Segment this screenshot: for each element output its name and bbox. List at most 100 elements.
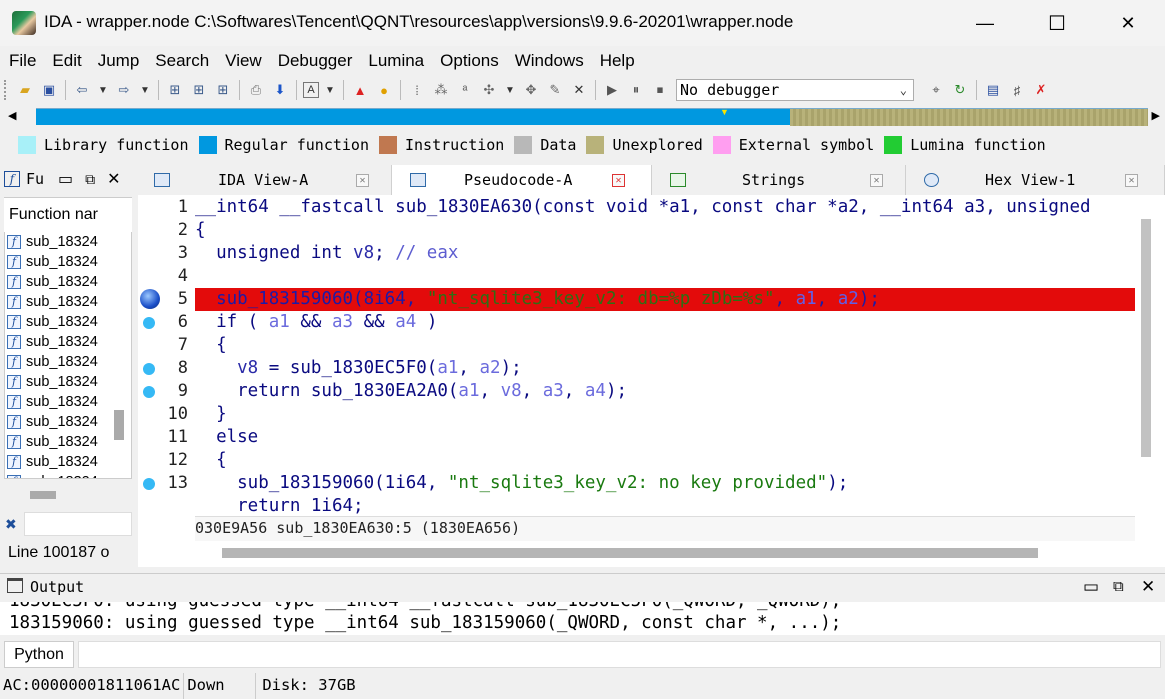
filter-close-icon[interactable]: ✖	[5, 516, 17, 533]
menu-view[interactable]: View	[216, 48, 269, 74]
code-line[interactable]: {	[195, 334, 227, 357]
stop-icon[interactable]: ⏹	[650, 80, 670, 100]
dock-icon[interactable]: ▭	[1083, 577, 1099, 597]
nav-overview-bar[interactable]: ▼	[36, 107, 1148, 126]
function-list-item[interactable]: f sub_18324	[5, 252, 131, 272]
breakpoint-list-icon[interactable]: ▤	[983, 80, 1003, 100]
debug-attach-icon[interactable]: ⌖	[926, 80, 946, 100]
menu-jump[interactable]: Jump	[89, 48, 147, 74]
forward-arrow-icon[interactable]: ⇨	[114, 80, 134, 100]
jump-down-icon[interactable]: ⬇	[270, 80, 290, 100]
menu-windows[interactable]: Windows	[506, 48, 591, 74]
functions-hscrollbar[interactable]	[30, 491, 56, 499]
save-icon[interactable]: ▣	[39, 80, 59, 100]
code-line[interactable]: v8 = sub_1830EC5F0(a1, a2);	[195, 357, 522, 380]
tab-close-icon[interactable]: ✕	[612, 173, 625, 187]
nav-right-arrow-icon[interactable]: ▶	[1152, 109, 1160, 122]
code-line[interactable]: else	[195, 426, 258, 449]
python-command-input[interactable]	[78, 641, 1161, 668]
text-mode-dropdown-icon[interactable]: ▼	[323, 80, 337, 100]
functions-filter-input[interactable]	[24, 512, 132, 536]
function-list-item[interactable]: f sub_18324	[5, 332, 131, 352]
code-vertical-scrollbar[interactable]	[1141, 219, 1151, 457]
close-button[interactable]: ✕	[1105, 8, 1151, 38]
menu-debugger[interactable]: Debugger	[269, 48, 360, 74]
tab-close-icon[interactable]: ✕	[1125, 173, 1138, 187]
code-line[interactable]: unsigned int v8; // eax	[195, 242, 458, 265]
tab-close-icon[interactable]: ✕	[870, 173, 883, 187]
pseudocode-panel[interactable]: 1 2 3 4 5 6 7 8 9 10 11 12 13 __int64 __fastcall sub…	[138, 195, 1165, 567]
lightbulb-icon[interactable]: ●	[374, 80, 394, 100]
function-list-item[interactable]: f sub_18324	[5, 312, 131, 332]
function-name-column-header[interactable]: Function nar	[4, 198, 132, 232]
tab-pseudocode[interactable]: Pseudocode-A ✕	[392, 165, 652, 195]
pseudocode-text[interactable]: __int64 __fastcall sub_1830EA630(const v…	[195, 195, 1135, 517]
breakpoint-dot-icon[interactable]	[143, 386, 155, 398]
toolbar-grip[interactable]	[4, 80, 7, 100]
tab-strings[interactable]: Strings ✕	[652, 165, 906, 195]
code-horizontal-scrollbar[interactable]	[222, 548, 1038, 558]
define-string-icon[interactable]: ª	[455, 80, 475, 100]
panel-close-icon[interactable]: ✕	[107, 169, 120, 189]
tab-ida-view[interactable]: IDA View-A ✕	[138, 165, 392, 195]
menu-search[interactable]: Search	[146, 48, 216, 74]
functions-list[interactable]: f sub_18324 f sub_18324 f sub_18324 f sub_18324…	[4, 197, 132, 479]
function-list-item[interactable]: f sub_18324	[5, 412, 131, 432]
function-list-item[interactable]: f sub_18324	[5, 352, 131, 372]
define-code-icon[interactable]: ⁞	[407, 80, 427, 100]
debug-step-icon[interactable]: ↻	[950, 80, 970, 100]
code-line[interactable]: {	[195, 219, 206, 242]
code-line-highlighted[interactable]: sub_183159060(8i64, "nt_sqlite3_key_v2: …	[195, 288, 1135, 311]
function-list-item[interactable]: f sub_18324	[5, 432, 131, 452]
code-line[interactable]: }	[195, 403, 227, 426]
print-icon[interactable]: ⎙	[246, 80, 266, 100]
menu-lumina[interactable]: Lumina	[359, 48, 431, 74]
menu-edit[interactable]: Edit	[43, 48, 88, 74]
code-line[interactable]: return 1i64;	[195, 495, 363, 517]
define-array-icon[interactable]: ✣	[479, 80, 499, 100]
menu-options[interactable]: Options	[431, 48, 506, 74]
functions-scrollbar[interactable]	[114, 410, 124, 440]
breakpoint-dot-icon[interactable]	[143, 363, 155, 375]
function-list-item[interactable]: f sub_18324	[5, 232, 131, 252]
breakpoint-dot-icon[interactable]	[143, 478, 155, 490]
python-language-button[interactable]: Python	[4, 641, 74, 668]
code-line[interactable]: return sub_1830EA2A0(a1, v8, a3, a4);	[195, 380, 627, 403]
back-arrow-icon[interactable]: ⇦	[72, 80, 92, 100]
code-line[interactable]: {	[195, 449, 227, 472]
function-list-item[interactable]: f sub_18324	[5, 392, 131, 412]
function-list-item[interactable]: f sub_18324	[5, 292, 131, 312]
code-line[interactable]: __int64 __fastcall sub_1830EA630(const v…	[195, 196, 1091, 219]
function-list-item[interactable]: f sub_18324	[5, 372, 131, 392]
code-line[interactable]: sub_183159060(1i64, "nt_sqlite3_key_v2: …	[195, 472, 848, 495]
back-dropdown-icon[interactable]: ▼	[96, 80, 110, 100]
struct-icon[interactable]: ✥	[521, 80, 541, 100]
tab-hex-view[interactable]: Hex View-1 ✕	[906, 165, 1165, 195]
undefine-icon[interactable]: ✕	[569, 80, 589, 100]
float-icon[interactable]: ⧉	[1113, 578, 1124, 595]
function-list-item[interactable]: f sub_18324	[5, 272, 131, 292]
search-immediate-icon[interactable]: ⊞	[213, 80, 233, 100]
output-log[interactable]: 1830EC5F0: using guessed type __int64 __…	[0, 602, 1165, 635]
function-list-item[interactable]: f sub_18324	[5, 452, 131, 472]
run-icon[interactable]: ▶	[602, 80, 622, 100]
nav-left-arrow-icon[interactable]: ◀	[8, 109, 16, 122]
open-file-icon[interactable]: ▰	[15, 80, 35, 100]
breakpoint-dot-icon[interactable]	[143, 317, 155, 329]
navigation-band[interactable]: ◀ ▼ ▶	[8, 107, 1160, 127]
forward-dropdown-icon[interactable]: ▼	[138, 80, 152, 100]
warning-icon[interactable]: ▲	[350, 80, 370, 100]
minimize-button[interactable]: —	[962, 8, 1008, 38]
code-line[interactable]: if ( a1 && a3 && a4 )	[195, 311, 437, 334]
menu-file[interactable]: File	[0, 48, 43, 74]
delete-breakpoint-icon[interactable]: ✗	[1031, 80, 1051, 100]
maximize-button[interactable]: ☐	[1034, 8, 1080, 38]
function-list-item[interactable]: f sub_18324	[5, 472, 131, 478]
tab-close-icon[interactable]: ✕	[356, 173, 369, 187]
define-dropdown-icon[interactable]: ▼	[503, 80, 517, 100]
text-mode-icon[interactable]: A	[303, 82, 319, 98]
debugger-select[interactable]: No debugger ⌄	[676, 79, 914, 101]
float-icon[interactable]: ⧉	[85, 171, 95, 188]
rename-icon[interactable]: ✎	[545, 80, 565, 100]
search-next-icon[interactable]: ⊞	[189, 80, 209, 100]
